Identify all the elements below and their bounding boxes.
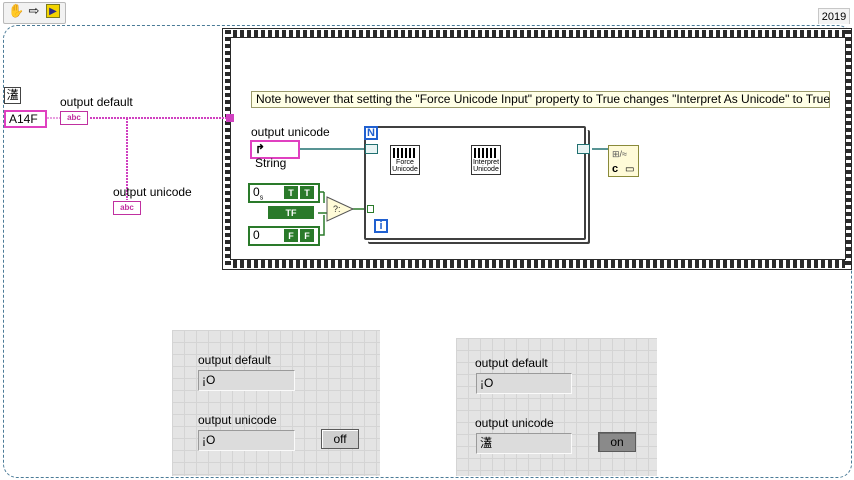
front-panel-off: [172, 330, 380, 476]
sequence-tunnel: [226, 114, 234, 122]
loop-count-terminal[interactable]: N: [364, 126, 378, 140]
loop-index-terminal: i: [374, 219, 388, 233]
numeric-value-bottom: 0: [253, 228, 260, 242]
output-unicode-label-outer: output unicode: [113, 185, 192, 199]
numeric-unit-top: s: [259, 194, 264, 202]
wires: [47, 117, 608, 236]
interpret-unicode-property-node[interactable]: Interpret Unicode: [471, 145, 501, 175]
output-default-indicator[interactable]: abc: [60, 111, 88, 125]
panel-on-output-default-label: output default: [475, 356, 548, 370]
panel-on-output-unicode-label: output unicode: [475, 416, 554, 430]
concat-label: c: [612, 163, 619, 175]
bool-true-1[interactable]: T: [284, 186, 298, 199]
interpret-unicode-label: Interpret Unicode: [472, 159, 500, 173]
bool-false-1[interactable]: F: [284, 229, 298, 242]
tf-constant[interactable]: TF: [268, 206, 314, 219]
string-reference[interactable]: ↱ String: [250, 140, 300, 170]
force-unicode-property-node[interactable]: Force Unicode: [390, 145, 420, 175]
shift-register-left[interactable]: [365, 144, 378, 154]
svg-text:?:: ?:: [333, 204, 341, 214]
shift-register-right[interactable]: [577, 144, 590, 154]
for-loop[interactable]: [364, 126, 586, 240]
panel-off-output-unicode-label: output unicode: [198, 413, 277, 427]
panel-on-output-unicode-field: 濭: [476, 433, 572, 454]
string-reference-label: String: [255, 156, 287, 170]
property-node-icon: [393, 148, 417, 158]
bool-true-2[interactable]: T: [300, 186, 314, 199]
panel-on-output-default-field: ¡O: [476, 373, 572, 394]
bool-false-2[interactable]: F: [300, 229, 314, 242]
string-function-node[interactable]: ⊞/≈ c ▭: [608, 145, 639, 177]
panel-off-output-unicode-field: ¡O: [198, 430, 295, 451]
toggle-off-button[interactable]: off: [321, 429, 359, 449]
property-node-icon: [474, 148, 498, 158]
reference-icon: ↱: [255, 142, 266, 156]
panel-off-output-default-field: ¡O: [198, 370, 295, 391]
hex-string-control[interactable]: A14F: [4, 110, 47, 128]
output-unicode-ref-label: output unicode: [251, 125, 330, 139]
output-default-label: output default: [60, 95, 133, 109]
select-node-icon[interactable]: ?:: [326, 196, 355, 222]
force-unicode-label: Force Unicode: [392, 159, 418, 173]
panel-off-output-default-label: output default: [198, 353, 271, 367]
loop-tunnel: [367, 205, 374, 213]
document-icon: ▭: [625, 164, 635, 175]
numeric-value-top: 0: [253, 185, 260, 199]
unicode-glyph-constant[interactable]: 濭: [4, 87, 21, 104]
toggle-on-button[interactable]: on: [598, 432, 636, 452]
output-unicode-indicator[interactable]: abc: [113, 201, 141, 215]
string-format-icon: ⊞/≈: [612, 149, 627, 159]
